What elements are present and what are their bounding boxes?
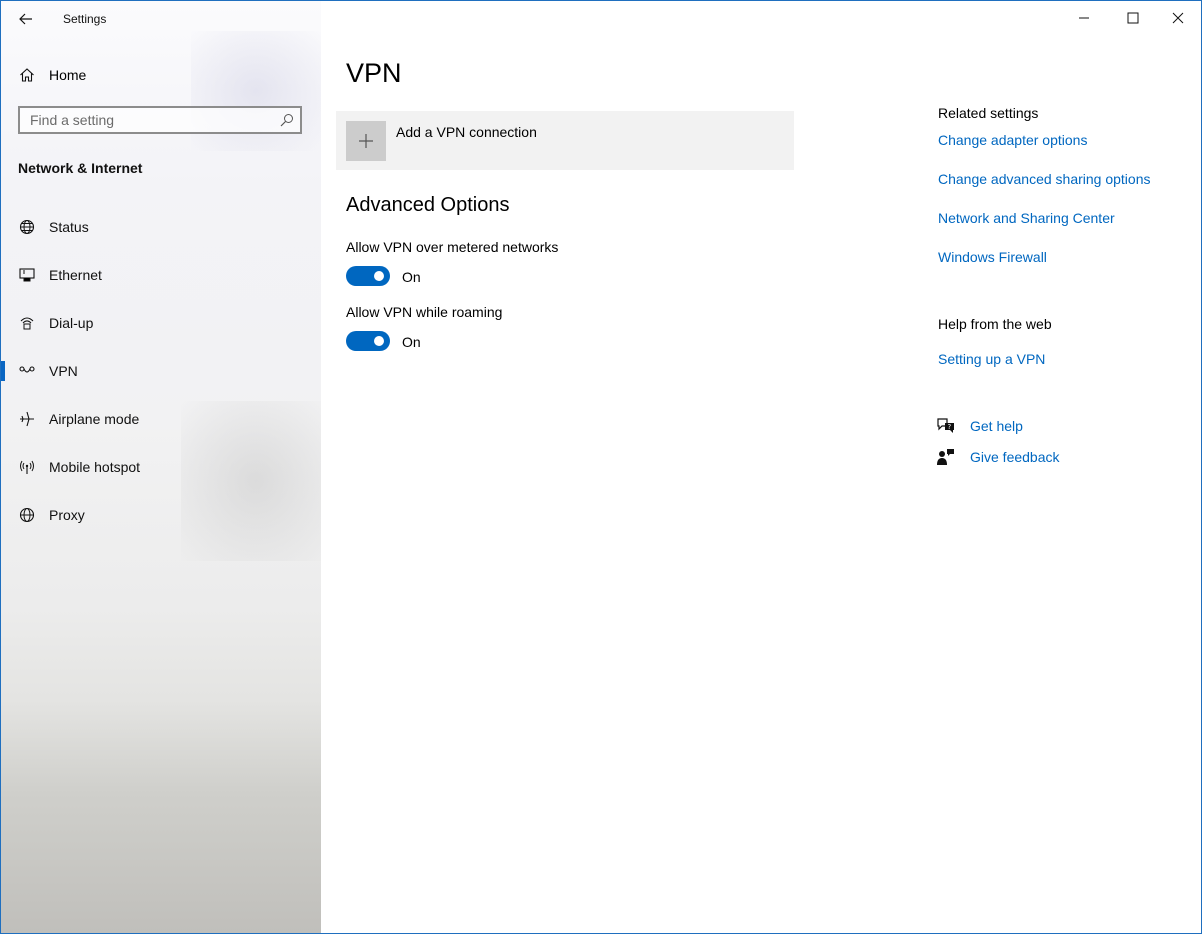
get-help-link[interactable]: ? Get help	[936, 416, 1056, 438]
feedback-icon	[937, 449, 954, 465]
hotspot-icon	[20, 460, 34, 474]
advanced-options-heading: Advanced Options	[346, 194, 510, 216]
sidebar-item-label: VPN	[49, 363, 78, 379]
metered-option-label: Allow VPN over metered networks	[346, 239, 559, 255]
link-change-advanced-sharing-options[interactable]: Change advanced sharing options	[938, 171, 1151, 187]
sidebar-item-label: Mobile hotspot	[49, 459, 141, 475]
related-settings-heading: Related settings	[938, 105, 1039, 121]
globe-icon	[19, 219, 35, 235]
section-title: Network & Internet	[18, 160, 143, 176]
plus-tile	[346, 121, 386, 161]
svg-text:?: ?	[948, 423, 952, 431]
give-feedback-label: Give feedback	[970, 449, 1060, 465]
link-network-sharing-center[interactable]: Network and Sharing Center	[938, 210, 1115, 226]
search-icon[interactable]	[280, 113, 294, 127]
vpn-icon	[19, 366, 35, 373]
sidebar-item-airplane-mode[interactable]: Airplane mode	[1, 399, 321, 439]
main-content: VPN Add a VPN connection Advanced Option…	[321, 1, 1201, 933]
page-title: VPN	[346, 58, 402, 88]
title-bar: Settings	[1, 1, 321, 37]
minimize-icon	[1079, 17, 1089, 19]
give-feedback-link[interactable]: Give feedback	[936, 447, 1076, 469]
roaming-toggle[interactable]	[346, 331, 390, 351]
plus-icon	[359, 134, 373, 148]
help-from-web-heading: Help from the web	[938, 316, 1052, 332]
ethernet-icon	[19, 268, 35, 282]
active-indicator	[1, 361, 5, 381]
sidebar-item-ethernet[interactable]: Ethernet	[1, 255, 321, 295]
search-input[interactable]	[20, 108, 280, 132]
link-change-adapter-options[interactable]: Change adapter options	[938, 132, 1087, 148]
add-vpn-label: Add a VPN connection	[396, 124, 537, 140]
roaming-toggle-state: On	[402, 334, 421, 350]
back-arrow-icon	[19, 13, 32, 25]
sidebar-item-label: Ethernet	[49, 267, 102, 283]
metered-toggle[interactable]	[346, 266, 390, 286]
close-button[interactable]	[1155, 1, 1201, 35]
app-title: Settings	[63, 12, 107, 26]
sidebar-item-label: Airplane mode	[49, 411, 140, 427]
minimize-button[interactable]	[1061, 1, 1107, 35]
get-help-icon: ?	[937, 418, 954, 433]
metered-toggle-state: On	[402, 269, 421, 285]
toggle-knob	[374, 271, 384, 281]
sidebar-item-home[interactable]: Home	[1, 59, 321, 91]
airplane-icon	[20, 411, 34, 427]
home-label: Home	[49, 67, 87, 83]
settings-window: Settings Home Network & Internet Status	[0, 0, 1202, 934]
sidebar: Settings Home Network & Internet Status	[1, 1, 321, 933]
link-windows-firewall[interactable]: Windows Firewall	[938, 249, 1047, 265]
sidebar-item-proxy[interactable]: Proxy	[1, 495, 321, 535]
sidebar-item-vpn[interactable]: VPN	[1, 351, 321, 391]
sidebar-item-status[interactable]: Status	[1, 207, 321, 247]
search-box[interactable]	[18, 106, 302, 134]
maximize-button[interactable]	[1110, 1, 1156, 35]
sidebar-item-label: Status	[49, 219, 89, 235]
sidebar-item-label: Dial-up	[49, 315, 94, 331]
close-icon	[1172, 12, 1184, 24]
link-setting-up-vpn[interactable]: Setting up a VPN	[938, 351, 1045, 367]
home-icon	[20, 68, 34, 82]
sidebar-item-dial-up[interactable]: Dial-up	[1, 303, 321, 343]
globe-icon	[19, 507, 35, 523]
sidebar-item-label: Proxy	[49, 507, 85, 523]
add-vpn-connection-button[interactable]: Add a VPN connection	[336, 111, 794, 170]
back-button[interactable]	[13, 7, 39, 31]
dialup-icon	[20, 317, 34, 330]
get-help-label: Get help	[970, 418, 1023, 434]
roaming-option-label: Allow VPN while roaming	[346, 304, 503, 320]
maximize-icon	[1127, 12, 1139, 24]
toggle-knob	[374, 336, 384, 346]
sidebar-item-mobile-hotspot[interactable]: Mobile hotspot	[1, 447, 321, 487]
